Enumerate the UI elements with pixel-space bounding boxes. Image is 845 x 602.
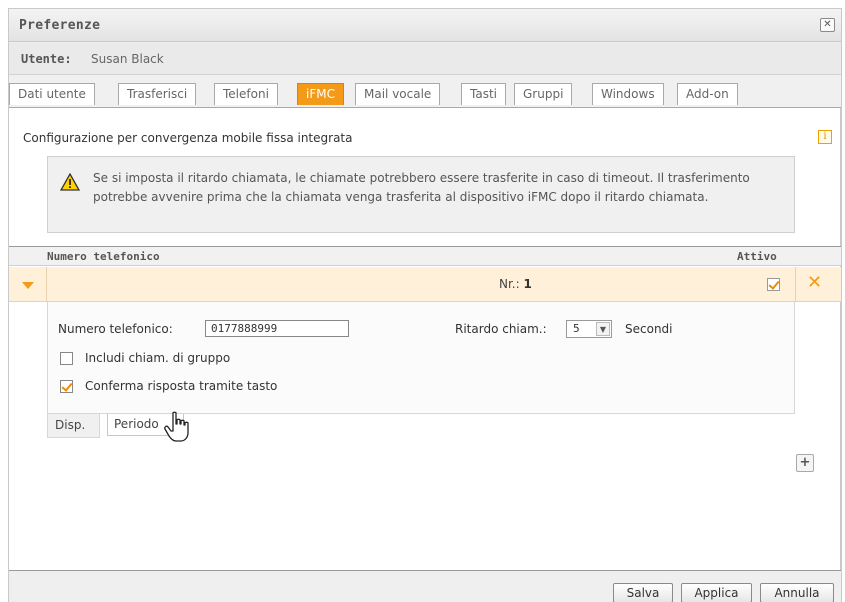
tab-ifmc[interactable]: iFMC (297, 83, 344, 105)
user-label: Utente: (21, 52, 72, 66)
tab-gruppi[interactable]: Gruppi (514, 83, 573, 105)
dialog-footer: Salva Applica Annulla (9, 570, 841, 602)
tab-dati-utente[interactable]: Dati utente (9, 83, 95, 105)
config-title: Configurazione per convergenza mobile fi… (23, 131, 353, 145)
add-button[interactable]: + (796, 454, 814, 472)
delete-icon[interactable]: ✕ (807, 272, 822, 294)
include-group-checkbox[interactable] (60, 352, 73, 365)
tab-disp[interactable]: Disp. (47, 414, 100, 438)
apply-button[interactable]: Applica (681, 583, 752, 602)
info-icon[interactable]: i (818, 130, 832, 144)
warning-triangle-icon (60, 173, 80, 191)
delay-unit-label: Secondi (625, 322, 673, 336)
tab-tasti[interactable]: Tasti (461, 83, 506, 105)
column-header-active: Attivo (737, 250, 777, 263)
delay-value: 5 (573, 322, 580, 335)
save-button[interactable]: Salva (613, 583, 673, 602)
table-row[interactable]: Nr.: 1 ✕ (9, 267, 841, 302)
confirm-key-checkbox[interactable] (60, 380, 73, 393)
close-icon[interactable]: ✕ (820, 18, 835, 32)
delay-label: Ritardo chiam.: (455, 322, 547, 336)
dialog-title: Preferenze (19, 18, 101, 33)
preferences-dialog: Preferenze ✕ Utente: Susan Black Dati ut… (8, 8, 842, 602)
ifmc-panel: Configurazione per convergenza mobile fi… (9, 108, 841, 570)
phone-number-input[interactable] (205, 320, 349, 337)
active-checkbox[interactable] (767, 278, 780, 291)
tab-add-on[interactable]: Add-on (677, 83, 738, 105)
row-label-prefix: Nr.: (499, 277, 520, 291)
user-bar: Utente: Susan Black (9, 43, 841, 75)
tab-mail-vocale[interactable]: Mail vocale (355, 83, 441, 105)
hand-pointer-icon (164, 411, 189, 442)
column-header-number: Numero telefonico (47, 250, 160, 263)
chevron-down-icon: ▼ (596, 322, 610, 336)
dialog-titlebar[interactable]: Preferenze ✕ (9, 9, 841, 42)
confirm-key-label: Conferma risposta tramite tasto (85, 379, 278, 393)
table-header: Numero telefonico Attivo (9, 246, 841, 266)
row-detail: Numero telefonico: Ritardo chiam.: 5 ▼ S… (47, 302, 795, 414)
cancel-button[interactable]: Annulla (760, 583, 834, 602)
row-number: 1 (523, 277, 532, 291)
phone-number-label: Numero telefonico: (58, 322, 173, 336)
expand-toggle[interactable] (9, 267, 47, 302)
tab-trasferisci[interactable]: Trasferisci (118, 83, 197, 105)
warning-box: Se si imposta il ritardo chiamata, le ch… (47, 156, 795, 233)
row-divider (795, 267, 796, 302)
tab-bar: Dati utente Trasferisci Telefoni iFMC Ma… (9, 81, 841, 107)
tab-windows[interactable]: Windows (592, 83, 664, 105)
user-name: Susan Black (91, 52, 164, 66)
delay-select[interactable]: 5 ▼ (566, 320, 612, 338)
include-group-label: Includi chiam. di gruppo (85, 351, 231, 365)
warning-text: Se si imposta il ritardo chiamata, le ch… (93, 171, 750, 204)
chevron-down-icon (22, 282, 34, 289)
close-glyph: ✕ (823, 19, 832, 30)
row-label: Nr.: 1 (499, 277, 532, 291)
tab-telefoni[interactable]: Telefoni (214, 83, 278, 105)
